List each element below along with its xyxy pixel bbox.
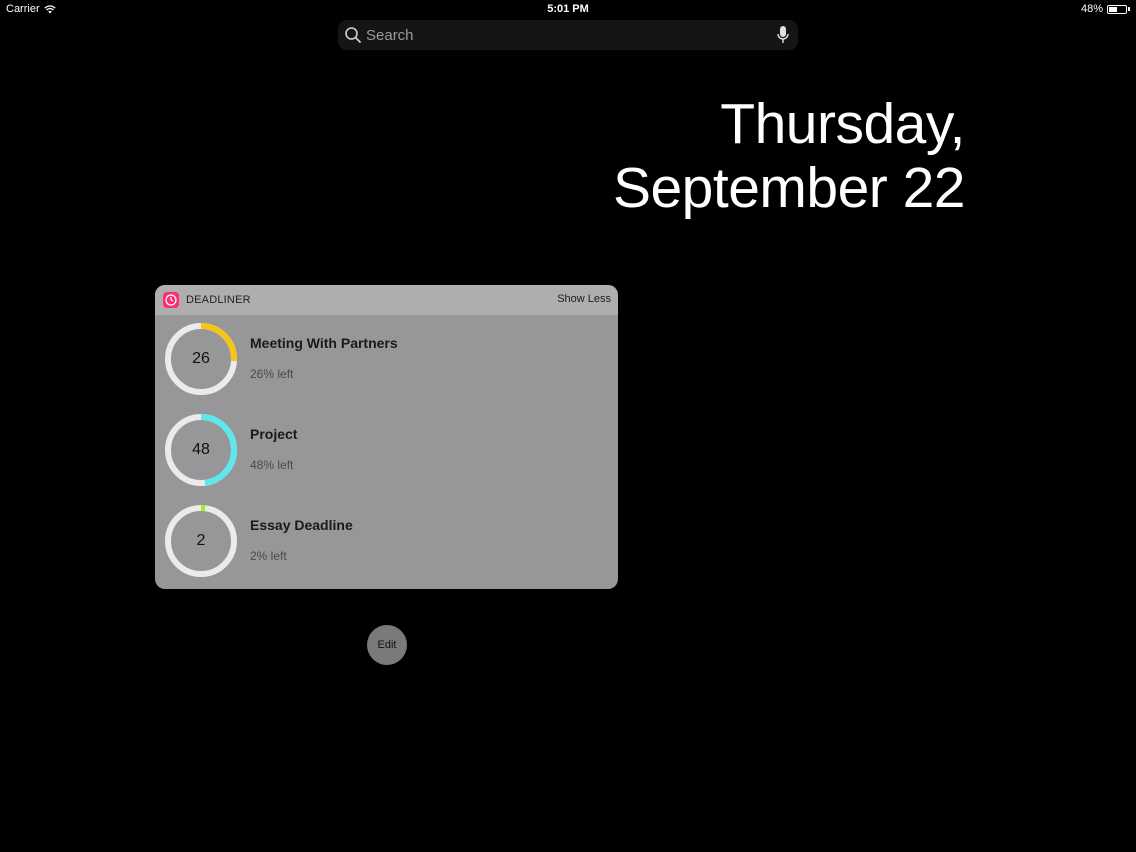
show-less-button[interactable]: Show Less <box>557 293 611 305</box>
status-bar: Carrier 5:01 PM 48% <box>0 0 1136 18</box>
search-bar[interactable] <box>338 20 798 50</box>
search-icon <box>345 27 361 43</box>
deadliner-widget[interactable]: DEADLINER Show Less 26 Meeting With Part… <box>155 285 618 589</box>
deadliner-app-icon <box>163 292 179 308</box>
widget-header: DEADLINER Show Less <box>155 285 618 315</box>
deadline-item[interactable]: 26 Meeting With Partners 26% left <box>155 315 618 406</box>
battery-percent: 48% <box>1080 3 1103 15</box>
battery-nub <box>1128 7 1130 11</box>
deadline-item[interactable]: 48 Project 48% left <box>155 406 618 497</box>
deadline-remaining: 26% left <box>250 367 294 381</box>
status-right: 48% <box>1081 3 1130 15</box>
deadline-item[interactable]: 2 Essay Deadline 2% left <box>155 497 618 588</box>
date-display: Thursday, September 22 <box>612 92 966 220</box>
deadline-remaining: 48% left <box>250 458 294 472</box>
edit-button[interactable]: Edit <box>367 625 407 665</box>
date-month-day: September 22 <box>612 156 966 220</box>
date-weekday: Thursday, <box>720 92 965 156</box>
deadline-number: 2 <box>196 532 206 549</box>
battery-icon <box>1107 4 1127 14</box>
deadline-number: 48 <box>192 441 210 458</box>
deadline-number: 26 <box>192 350 210 367</box>
widget-app-name: DEADLINER <box>186 294 251 306</box>
status-time: 5:01 PM <box>547 3 589 15</box>
deadline-title: Essay Deadline <box>250 517 353 533</box>
microphone-icon[interactable] <box>776 25 790 45</box>
deadline-title: Project <box>250 426 298 442</box>
deadline-remaining: 2% left <box>250 549 287 563</box>
clock-icon <box>165 294 177 306</box>
deadline-list: 26 Meeting With Partners 26% left 48 Pro… <box>155 315 618 588</box>
deadline-title: Meeting With Partners <box>250 335 398 351</box>
search-input[interactable] <box>366 20 766 50</box>
battery-fill <box>1109 6 1117 12</box>
